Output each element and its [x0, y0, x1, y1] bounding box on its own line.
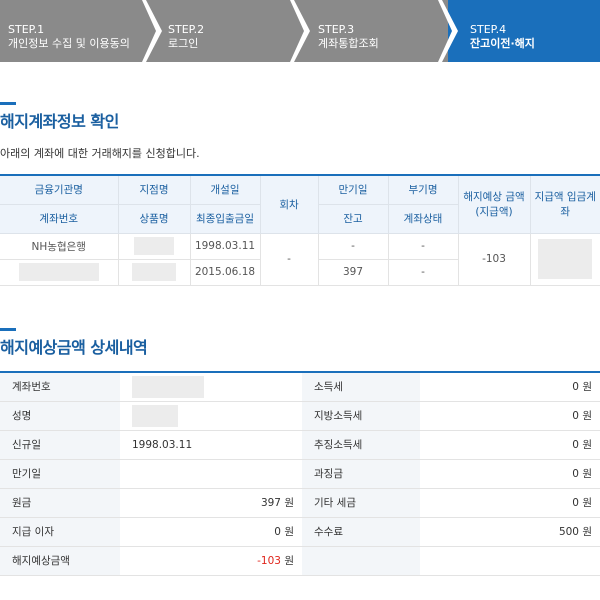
label-fee: 수수료 — [302, 517, 420, 547]
step-3: STEP.3 계좌통합조회 — [300, 0, 448, 62]
table-row: 해지예상금액 -103 원 — [0, 546, 600, 576]
cell-round: - — [259, 232, 319, 286]
expected-amount-detail-table: 계좌번호 소득세 0 원 성명 지방소득세 0 원 신규일 1998.03.11… — [0, 371, 600, 576]
value-penalty: 0 원 — [420, 459, 600, 489]
value-interest-paid: 0 원 — [120, 517, 302, 547]
value-expected-termination-amount: -103 원 — [120, 546, 302, 576]
header-branch: 지점명 — [117, 175, 191, 205]
label-account-number: 계좌번호 — [0, 372, 120, 402]
empty-label — [302, 546, 420, 576]
step-3-label: 계좌통합조회 — [318, 37, 379, 50]
value-fee: 500 원 — [420, 517, 600, 547]
header-expected-amount: 해지예상 금액 (지급액) — [457, 175, 531, 234]
header-round: 회차 — [259, 175, 319, 234]
header-account-status: 계좌상태 — [387, 204, 458, 234]
label-new-date: 신규일 — [0, 430, 120, 460]
table-row: 신규일 1998.03.11 추징소득세 0 원 — [0, 430, 600, 460]
step-3-number: STEP.3 — [318, 23, 355, 36]
step-2-label: 로그인 — [168, 37, 199, 50]
table-row: 계좌번호 소득세 0 원 — [0, 372, 600, 402]
cell-balance: 397 — [317, 258, 389, 286]
cell-expected-amount: -103 — [457, 232, 531, 286]
cell-product-name-redacted — [117, 258, 191, 286]
header-institution: 금융기관명 — [0, 175, 119, 205]
chevron-right-icon — [438, 0, 458, 62]
value-additional-income-tax: 0 원 — [420, 430, 600, 460]
cell-deposit-account-redacted — [529, 232, 600, 286]
cell-account-status: - — [387, 258, 458, 286]
label-name: 성명 — [0, 401, 120, 431]
header-deposit-account: 지급액 입금계좌 — [529, 175, 600, 234]
label-other-tax: 기타 세금 — [302, 488, 420, 518]
step-progress-bar: STEP.1 개인정보 수집 및 이용동의 STEP.2 로그인 STEP.3 … — [0, 0, 600, 62]
cell-maturity: - — [317, 232, 389, 260]
header-maturity: 만기일 — [317, 175, 389, 205]
label-local-income-tax: 지방소득세 — [302, 401, 420, 431]
label-income-tax: 소득세 — [302, 372, 420, 402]
value-account-number-redacted — [120, 372, 302, 402]
section-title-account-info: 해지계좌정보 확인 — [0, 112, 119, 131]
section-marker — [0, 102, 16, 105]
header-open-date: 개설일 — [189, 175, 261, 205]
cell-account-number-redacted — [0, 258, 119, 286]
cell-institution: NH농협은행 — [0, 232, 119, 260]
header-product-name: 상품명 — [117, 204, 191, 234]
label-principal: 원금 — [0, 488, 120, 518]
header-account-number: 계좌번호 — [0, 204, 119, 234]
cell-branch-redacted — [117, 232, 191, 260]
header-sub-name: 부기명 — [387, 175, 459, 205]
step-4-active: STEP.4 잔고이전·해지 — [448, 0, 600, 62]
step-1-number: STEP.1 — [8, 23, 45, 36]
header-balance: 잔고 — [317, 204, 389, 234]
value-maturity-date — [120, 459, 302, 489]
step-1-label: 개인정보 수집 및 이용동의 — [8, 37, 130, 50]
value-other-tax: 0 원 — [420, 488, 600, 518]
header-last-transaction: 최종입출금일 — [189, 204, 261, 234]
table-row: 성명 지방소득세 0 원 — [0, 401, 600, 431]
value-principal: 397 원 — [120, 488, 302, 518]
cell-last-transaction: 2015.06.18 — [189, 258, 261, 286]
section-description: 아래의 계좌에 대한 거래해지를 신청합니다. — [0, 147, 200, 160]
section-marker — [0, 328, 16, 331]
empty-value — [420, 546, 600, 576]
table-header-row: 금융기관명 지점명 개설일 회차 만기일 부기명 해지예상 금액 (지급액) 지… — [0, 175, 600, 234]
label-expected-termination-amount: 해지예상금액 — [0, 546, 120, 576]
account-info-table: 금융기관명 지점명 개설일 회차 만기일 부기명 해지예상 금액 (지급액) 지… — [0, 174, 600, 286]
cell-open-date: 1998.03.11 — [189, 232, 261, 260]
value-local-income-tax: 0 원 — [420, 401, 600, 431]
label-additional-income-tax: 추징소득세 — [302, 430, 420, 460]
value-name-redacted — [120, 401, 302, 431]
step-2: STEP.2 로그인 — [152, 0, 300, 62]
label-penalty: 과징금 — [302, 459, 420, 489]
step-4-number: STEP.4 — [470, 23, 507, 36]
table-row: NH농협은행 1998.03.11 - - - -103 — [0, 232, 600, 286]
table-row: 지급 이자 0 원 수수료 500 원 — [0, 517, 600, 547]
value-income-tax: 0 원 — [420, 372, 600, 402]
step-1: STEP.1 개인정보 수집 및 이용동의 — [0, 0, 152, 62]
table-row: 만기일 과징금 0 원 — [0, 459, 600, 489]
value-new-date: 1998.03.11 — [120, 430, 302, 460]
label-maturity-date: 만기일 — [0, 459, 120, 489]
cell-sub-name: - — [387, 232, 459, 260]
section-title-expected-amount-details: 해지예상금액 상세내역 — [0, 338, 148, 357]
step-4-label: 잔고이전·해지 — [470, 37, 535, 50]
step-2-number: STEP.2 — [168, 23, 205, 36]
chevron-right-icon — [142, 0, 162, 62]
label-interest-paid: 지급 이자 — [0, 517, 120, 547]
table-row: 원금 397 원 기타 세금 0 원 — [0, 488, 600, 518]
chevron-right-icon — [290, 0, 310, 62]
